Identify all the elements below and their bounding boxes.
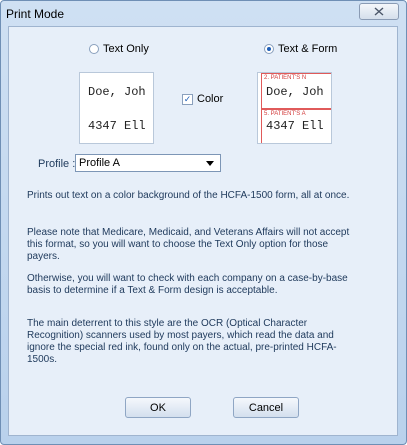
- x-icon: [374, 7, 384, 16]
- print-mode-dialog: Print Mode Text Only Text & Form Doe, Jo…: [0, 0, 407, 445]
- preview-address: 4347 Ell: [88, 119, 146, 133]
- profile-selected-value: Profile A: [79, 157, 120, 169]
- preview-address: 4347 Ell: [266, 119, 324, 133]
- color-checkbox[interactable]: ✓ Color: [182, 93, 223, 105]
- checkmark-icon: ✓: [182, 93, 193, 105]
- text-only-radio[interactable]: Text Only: [89, 43, 149, 55]
- description-paragraph: Please note that Medicare, Medicaid, and…: [27, 227, 350, 262]
- form-field-label: 2. PATIENT'S N: [264, 75, 307, 81]
- radio-icon: [89, 44, 99, 54]
- radio-selected-icon: [264, 44, 274, 54]
- title-bar: Print Mode: [1, 1, 406, 25]
- profile-label: Profile :: [38, 158, 76, 170]
- preview-name: Doe, Joh: [88, 85, 146, 99]
- description-paragraph: Prints out text on a color background of…: [27, 190, 350, 201]
- ok-button[interactable]: OK: [125, 397, 191, 418]
- description-paragraph: Otherwise, you will want to check with e…: [27, 273, 348, 296]
- window-title: Print Mode: [6, 7, 65, 21]
- dialog-body: Text Only Text & Form Doe, Joh 4347 Ell …: [8, 26, 398, 436]
- form-field-label: 5. PATIENT'S A: [264, 111, 306, 117]
- profile-select[interactable]: Profile A: [75, 154, 221, 172]
- description-paragraph: The main deterrent to this style are the…: [27, 318, 337, 365]
- color-label: Color: [197, 93, 224, 105]
- text-only-preview: Doe, Joh 4347 Ell: [79, 72, 154, 144]
- text-only-label: Text Only: [103, 43, 149, 55]
- close-button[interactable]: [359, 3, 399, 20]
- text-and-form-radio[interactable]: Text & Form: [264, 43, 337, 55]
- text-and-form-preview: 2. PATIENT'S N Doe, Joh 5. PATIENT'S A 4…: [257, 72, 332, 144]
- dropdown-arrow-icon: [206, 161, 214, 166]
- preview-name: Doe, Joh: [266, 85, 324, 99]
- text-and-form-label: Text & Form: [278, 43, 338, 55]
- cancel-button[interactable]: Cancel: [233, 397, 299, 418]
